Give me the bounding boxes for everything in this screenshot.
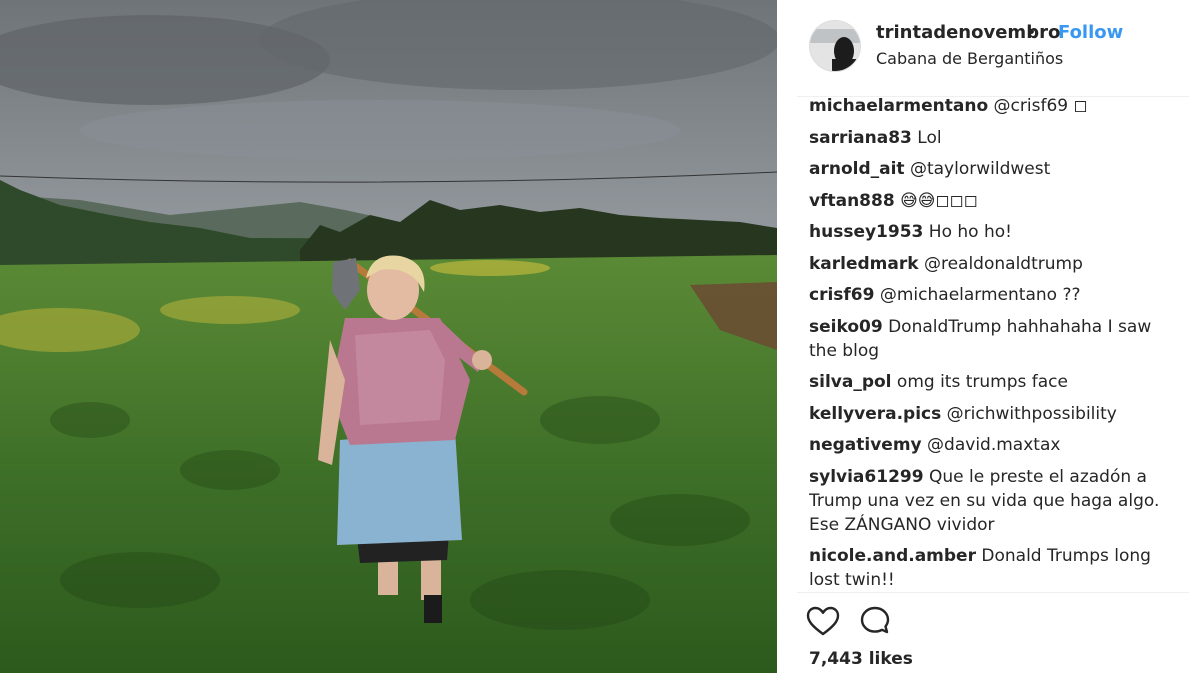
comment-text: Lol [917, 127, 942, 148]
comment-username[interactable]: arnold_ait [809, 159, 905, 179]
follow-button[interactable]: Follow [1058, 22, 1123, 43]
comment: kellyvera.pics @richwithpossibility [809, 402, 1169, 426]
comment-text: omg its trumps face [896, 372, 1068, 392]
comment-username[interactable]: negativemy [809, 435, 922, 455]
comment: seiko09 DonaldTrump hahhahaha I saw the … [809, 315, 1169, 363]
post-sidebar: trintadenovembro • Follow Cabana de Berg… [777, 0, 1200, 673]
comment-text: Ho ho ho! [928, 222, 1012, 242]
comment: crisf69 @michaelarmentano ?? [809, 283, 1169, 307]
comment: negativemy @david.maxtax [809, 433, 1169, 457]
comment-username[interactable]: sylvia61299 [809, 467, 924, 487]
avatar[interactable] [809, 20, 861, 72]
post-header: trintadenovembro • Follow Cabana de Berg… [777, 0, 1200, 92]
comment: nicole.and.amber Donald Trumps long lost… [809, 544, 1169, 592]
post-location[interactable]: Cabana de Bergantiños [876, 49, 1063, 68]
comment-username[interactable]: crisf69 [809, 285, 874, 305]
heart-icon[interactable] [806, 605, 840, 639]
comment: hussey1953 Ho ho ho! [809, 220, 1169, 244]
comment: sarriana83 Lol [809, 126, 1169, 150]
comment-username[interactable]: vftan888 [809, 191, 895, 211]
comment: vftan888 😅😅◻◻◻ [809, 189, 1169, 213]
comment: sylvia61299 Que le preste el azadón a Tr… [809, 465, 1169, 537]
comment-text: 😅😅◻◻◻ [900, 190, 978, 211]
comment-text: @crisf69 ◻ [993, 96, 1088, 116]
comment: karledmark @realdonaldtrump [809, 252, 1169, 276]
comment: michaelarmentano @crisf69 ◻ [809, 94, 1169, 118]
comment-text: @michaelarmentano ?? [879, 285, 1081, 305]
comment-username[interactable]: kellyvera.pics [809, 404, 941, 424]
comment-username[interactable]: karledmark [809, 254, 919, 274]
comment-text: @richwithpossibility [946, 403, 1117, 424]
comment: silva_pol omg its trumps face [809, 370, 1169, 394]
comment-username[interactable]: nicole.and.amber [809, 546, 976, 566]
actions-divider [797, 592, 1189, 593]
comment-text: @taylorwildwest [909, 159, 1051, 179]
comment-icon[interactable] [858, 605, 892, 639]
post-photo[interactable] [0, 0, 777, 673]
comment-username[interactable]: sarriana83 [809, 128, 912, 148]
instagram-post: trintadenovembro • Follow Cabana de Berg… [0, 0, 1200, 673]
separator-dot: • [1026, 22, 1037, 43]
comment: arnold_ait @taylorwildwest [809, 157, 1169, 181]
likes-count[interactable]: 7,443 likes [809, 649, 913, 669]
field-photo-illustration [0, 0, 777, 673]
comment-text: @realdonaldtrump [923, 253, 1083, 274]
comment-username[interactable]: michaelarmentano [809, 96, 988, 116]
comment-username[interactable]: seiko09 [809, 317, 883, 337]
comment-text: @david.maxtax [927, 435, 1061, 455]
comments-list[interactable]: michaelarmentano @crisf69 ◻ sarriana83 L… [809, 92, 1169, 592]
avatar-image [810, 21, 860, 71]
comment-username[interactable]: silva_pol [809, 372, 892, 392]
comment-username[interactable]: hussey1953 [809, 222, 923, 242]
